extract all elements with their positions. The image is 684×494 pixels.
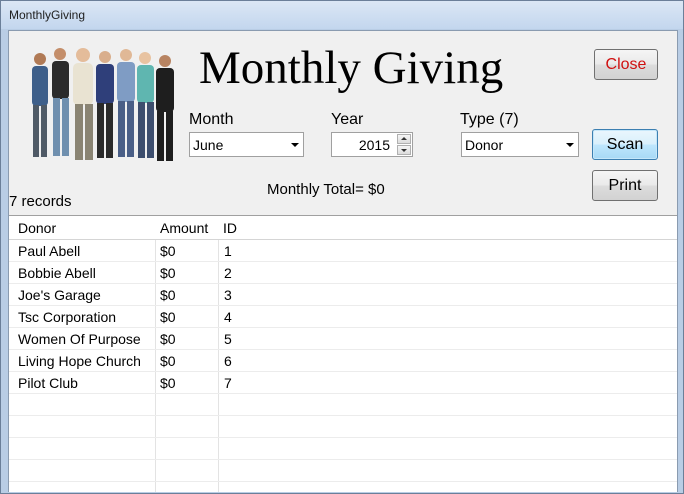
cell-donor: Tsc Corporation (18, 309, 117, 325)
cell-id: 5 (224, 331, 232, 347)
cell-donor: Women Of Purpose (18, 331, 141, 347)
column-header-amount[interactable]: Amount (160, 220, 208, 236)
cell-amount: $0 (160, 375, 176, 391)
month-label: Month (189, 111, 234, 128)
chevron-down-icon[interactable] (291, 143, 299, 147)
people-group-image (32, 48, 174, 161)
empty-row (9, 394, 677, 416)
table-row[interactable]: Paul Abell $0 1 (9, 240, 677, 262)
donor-table[interactable]: Donor Amount ID Paul Abell $0 1 Bobbie A… (9, 215, 677, 492)
spin-up-button[interactable] (397, 134, 411, 144)
cell-amount: $0 (160, 265, 176, 281)
cell-amount: $0 (160, 243, 176, 259)
empty-row (9, 438, 677, 460)
cell-donor: Living Hope Church (18, 353, 141, 369)
arrow-up-icon (401, 137, 407, 140)
cell-donor: Bobbie Abell (18, 265, 96, 281)
empty-row (9, 416, 677, 438)
title-bar[interactable]: MonthlyGiving (1, 1, 683, 29)
cell-id: 2 (224, 265, 232, 281)
cell-amount: $0 (160, 309, 176, 325)
column-header-id[interactable]: ID (223, 220, 237, 236)
type-dropdown-value: Donor (465, 137, 504, 153)
monthly-total: Monthly Total= $0 (267, 181, 385, 198)
table-row[interactable]: Bobbie Abell $0 2 (9, 262, 677, 284)
spin-down-button[interactable] (397, 145, 411, 155)
app-window: MonthlyGiving Monthly Giving Close Month… (0, 0, 684, 494)
page-title: Monthly Giving (199, 42, 504, 94)
column-header-donor[interactable]: Donor (18, 220, 56, 236)
month-dropdown-value: June (193, 137, 224, 153)
table-header: Donor Amount ID (9, 216, 677, 240)
record-count: 7 records (9, 193, 72, 210)
cell-donor: Pilot Club (18, 375, 78, 391)
table-row[interactable]: Joe's Garage $0 3 (9, 284, 677, 306)
arrow-down-icon (401, 149, 407, 152)
month-dropdown[interactable]: June (189, 132, 304, 157)
cell-id: 7 (224, 375, 232, 391)
main-panel: Monthly Giving Close Month Year Type (7)… (8, 30, 678, 492)
table-row[interactable]: Pilot Club $0 7 (9, 372, 677, 394)
window-title: MonthlyGiving (9, 8, 86, 22)
table-body: Paul Abell $0 1 Bobbie Abell $0 2 Joe's … (9, 240, 677, 482)
cell-amount: $0 (160, 353, 176, 369)
scan-button[interactable]: Scan (592, 129, 658, 160)
type-dropdown[interactable]: Donor (461, 132, 579, 157)
table-row[interactable]: Living Hope Church $0 6 (9, 350, 677, 372)
cell-donor: Joe's Garage (18, 287, 101, 303)
type-label: Type (7) (460, 111, 519, 128)
close-button[interactable]: Close (594, 49, 658, 80)
year-label: Year (331, 111, 364, 128)
table-row[interactable]: Tsc Corporation $0 4 (9, 306, 677, 328)
cell-id: 6 (224, 353, 232, 369)
chevron-down-icon[interactable] (566, 143, 574, 147)
cell-id: 1 (224, 243, 232, 259)
year-spinner[interactable]: 2015 (331, 132, 413, 157)
year-spinner-value[interactable]: 2015 (359, 137, 390, 153)
cell-id: 3 (224, 287, 232, 303)
cell-donor: Paul Abell (18, 243, 81, 259)
print-button[interactable]: Print (592, 170, 658, 201)
cell-amount: $0 (160, 287, 176, 303)
cell-amount: $0 (160, 331, 176, 347)
empty-row (9, 460, 677, 482)
cell-id: 4 (224, 309, 232, 325)
table-row[interactable]: Women Of Purpose $0 5 (9, 328, 677, 350)
